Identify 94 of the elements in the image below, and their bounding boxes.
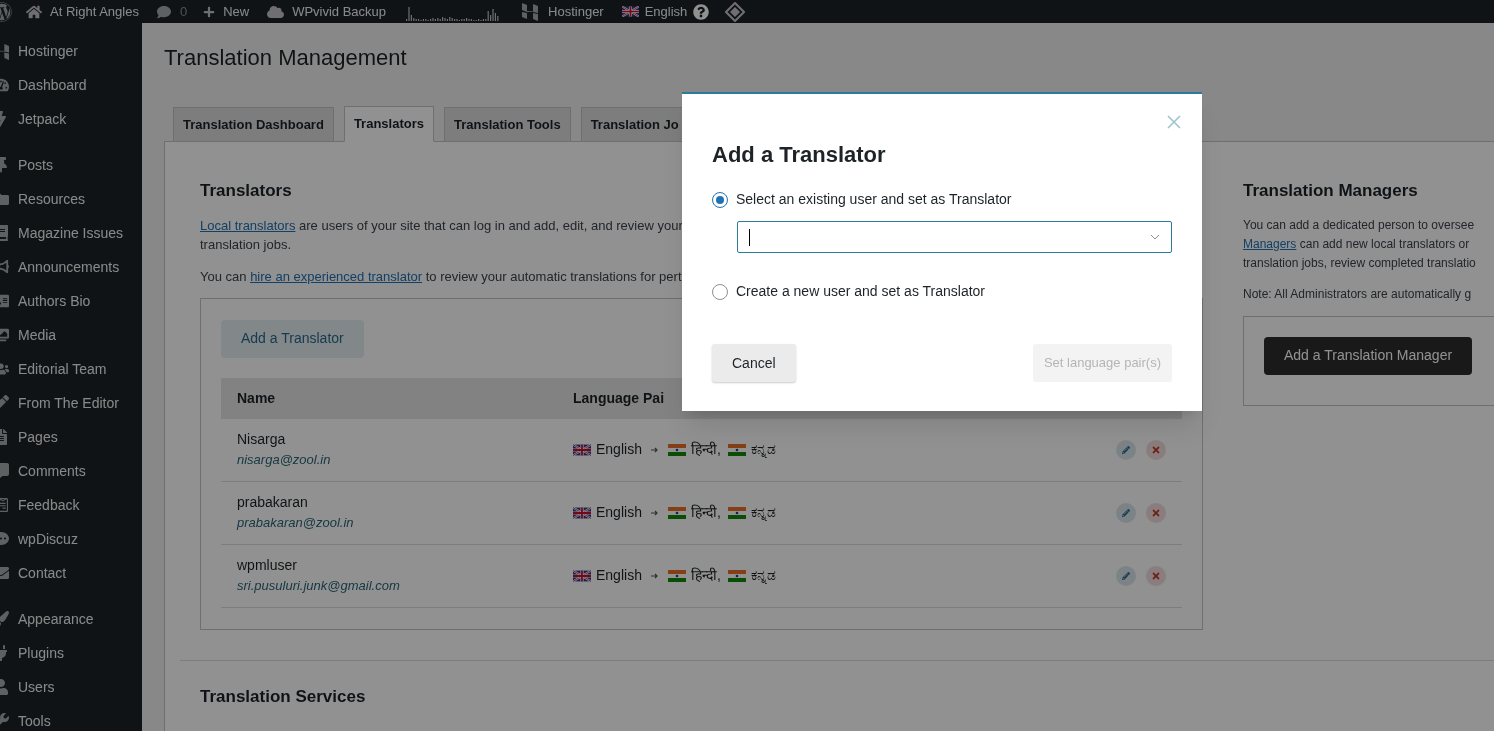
edit-button[interactable]: [1116, 439, 1136, 460]
column-header: Language Pai: [573, 388, 665, 408]
close-icon: [1151, 570, 1161, 581]
cancel-button[interactable]: Cancel: [712, 344, 796, 382]
sidebar-item[interactable]: Tools: [0, 704, 142, 731]
comment-icon[interactable]: [156, 4, 171, 19]
section-heading: Translation Managers: [1243, 180, 1418, 202]
cloud-icon[interactable]: [267, 4, 285, 19]
flag-icon: [667, 569, 686, 582]
sidebar-item[interactable]: Pages: [0, 420, 142, 454]
section-heading: Translation Services: [200, 685, 366, 708]
translator-name: Nisarga: [237, 430, 287, 449]
delete-button[interactable]: [1146, 439, 1166, 460]
admin-bar-label[interactable]: Hostinger: [548, 1, 604, 22]
translator-email: sri.pusuluri.junk@gmail.com: [237, 577, 401, 595]
language-name: हिन्दी,: [690, 566, 721, 585]
column-header: Name: [236, 388, 277, 408]
plus-icon[interactable]: [203, 5, 216, 18]
dialog-title: Add a Translator: [712, 141, 886, 169]
sidebar-item[interactable]: Feedback: [0, 488, 142, 522]
sidebar-item[interactable]: Resources: [0, 182, 142, 216]
sidebar-item[interactable]: Authors Bio: [0, 284, 142, 318]
edit-button[interactable]: [1116, 565, 1136, 586]
local-translators-link[interactable]: Local translators: [200, 217, 296, 233]
language-name: ಕನ್ನಡ: [750, 566, 776, 586]
pencil-icon: [1122, 571, 1130, 580]
translator-name: wpmluser: [237, 556, 298, 575]
translator-email: prabakaran@zool.in: [237, 514, 355, 532]
radio-label: Create a new user and set as Translator: [736, 282, 986, 301]
sidebar-item[interactable]: Posts: [0, 148, 142, 182]
edit-button[interactable]: [1116, 502, 1136, 523]
language-name: ಕನ್ನಡ: [750, 440, 776, 460]
arrow-icon: [650, 509, 659, 516]
managers-text: You can add a dedicated person to oversee Managers can add new local translators or translation jobs, review completed translatio: [1243, 216, 1477, 272]
sidebar-item[interactable]: From The Editor: [0, 386, 142, 420]
hire-translator-link[interactable]: hire an experienced translator: [250, 268, 423, 284]
sidebar-item[interactable]: Magazine Issues: [0, 216, 142, 250]
delete-button[interactable]: [1146, 502, 1166, 523]
sidebar-item[interactable]: Dashboard: [0, 68, 142, 102]
sidebar-item[interactable]: Comments: [0, 454, 142, 488]
hostinger-icon: [522, 2, 539, 21]
diamond-icon[interactable]: [725, 1, 746, 22]
translator-name: prabakaran: [237, 493, 309, 512]
sidebar-item[interactable]: Plugins: [0, 636, 142, 670]
language-name: English: [596, 566, 642, 585]
language-name: ಕನ್ನಡ: [750, 503, 776, 523]
home-icon[interactable]: [26, 3, 42, 20]
sidebar-item[interactable]: Appearance: [0, 602, 142, 636]
flag-icon: [727, 506, 746, 519]
chevron-down-icon: [1150, 234, 1160, 240]
sidebar-item[interactable]: Users: [0, 670, 142, 704]
admin-bar-label[interactable]: At Right Angles: [50, 1, 139, 22]
admin-bar-label[interactable]: New: [223, 1, 250, 22]
flag-icon: [667, 506, 686, 519]
flag-icon: [667, 443, 686, 456]
section-heading: Translators: [200, 180, 292, 202]
admin-bar-label[interactable]: English: [644, 1, 688, 22]
flag-icon: [621, 6, 639, 17]
language-name: हिन्दी,: [690, 440, 721, 459]
language-name: English: [596, 440, 642, 459]
close-icon: [1151, 507, 1161, 518]
sidebar-item[interactable]: wpDiscuz: [0, 522, 142, 556]
admin-bar-label[interactable]: WPvivid Backup: [292, 1, 387, 22]
sidebar-item[interactable]: Jetpack: [0, 102, 142, 136]
close-icon: [1151, 444, 1161, 455]
language-name: हिन्दी,: [690, 503, 721, 522]
flag-icon: [727, 569, 746, 582]
arrow-icon: [650, 572, 659, 579]
add-manager-button[interactable]: Add a Translation Manager: [1264, 336, 1473, 375]
add-translator-button[interactable]: Add a Translator: [221, 319, 364, 358]
delete-button[interactable]: [1146, 565, 1166, 586]
language-name: English: [596, 503, 642, 522]
flag-icon: [573, 569, 591, 582]
flag-icon: [727, 443, 746, 456]
tab[interactable]: Translators: [343, 106, 434, 142]
translator-email: nisarga@zool.in: [237, 451, 332, 469]
sidebar-item[interactable]: Announcements: [0, 250, 142, 284]
page-title: Translation Management: [164, 44, 407, 72]
tab[interactable]: Translation Dashboard: [173, 107, 334, 142]
sidebar-item[interactable]: Media: [0, 318, 142, 352]
managers-link[interactable]: Managers: [1243, 236, 1297, 251]
sidebar-item[interactable]: Editorial Team: [0, 352, 142, 386]
note-text: Note: All Administrators are automatically g: [1243, 285, 1473, 303]
tab[interactable]: Translation Tools: [443, 107, 571, 142]
sidebar-item[interactable]: Contact: [0, 556, 142, 590]
help-icon[interactable]: [693, 3, 710, 20]
pencil-icon: [1122, 445, 1130, 454]
arrow-icon: [650, 446, 659, 453]
radio-label: Select an existing user and set as Translator: [736, 190, 1012, 209]
user-select[interactable]: [737, 221, 1172, 253]
close-icon: [1167, 115, 1181, 129]
flag-icon: [573, 443, 591, 456]
pencil-icon: [1122, 508, 1130, 517]
flag-icon: [573, 506, 591, 519]
